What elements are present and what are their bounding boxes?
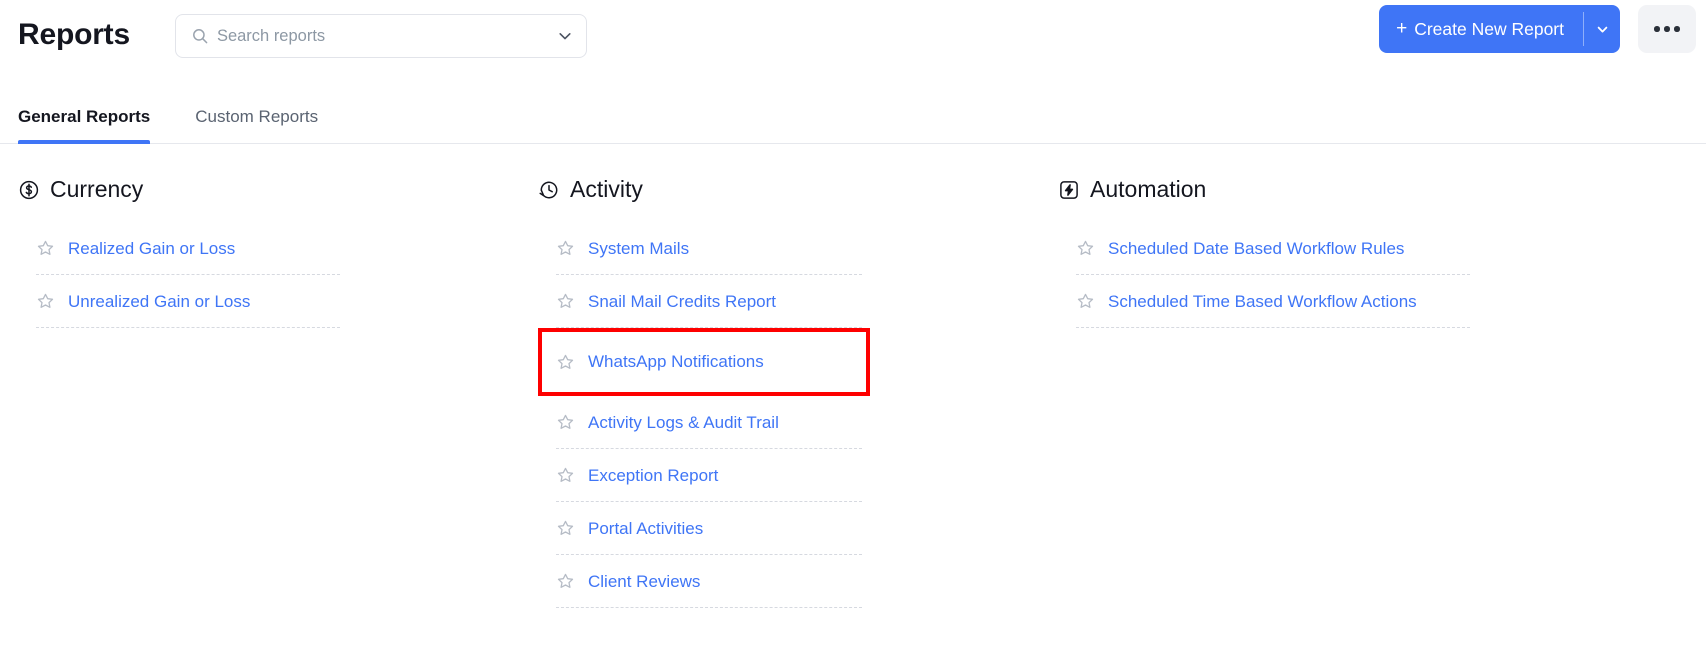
- report-link[interactable]: Portal Activities: [588, 519, 703, 539]
- report-link[interactable]: System Mails: [588, 239, 689, 259]
- clock-history-icon: [538, 179, 560, 201]
- report-column-activity: Activity System Mails Snail Mail Credits…: [520, 178, 1040, 655]
- column-title-activity: Activity: [570, 176, 643, 202]
- list-item-whatsapp-notifications[interactable]: WhatsApp Notifications: [538, 328, 1040, 396]
- ellipsis-icon: [1654, 26, 1660, 32]
- report-list-activity: System Mails Snail Mail Credits Report W…: [538, 222, 1040, 608]
- star-icon[interactable]: [556, 413, 575, 432]
- report-list-currency: Realized Gain or Loss Unrealized Gain or…: [18, 222, 520, 328]
- column-title-currency: Currency: [50, 176, 144, 202]
- chevron-down-icon[interactable]: [556, 27, 574, 45]
- star-icon[interactable]: [556, 292, 575, 311]
- star-icon[interactable]: [36, 239, 55, 258]
- tab-bar: General Reports Custom Reports: [0, 72, 1706, 144]
- column-header-automation: Automation: [1058, 178, 1680, 201]
- create-new-report-group: + Create New Report: [1379, 5, 1620, 53]
- report-column-currency: Currency Realized Gain or Loss Unrealize…: [0, 178, 520, 655]
- column-header-activity: Activity: [538, 178, 1040, 201]
- report-link[interactable]: Client Reviews: [588, 572, 700, 592]
- star-icon[interactable]: [556, 239, 575, 258]
- list-item[interactable]: Unrealized Gain or Loss: [18, 275, 520, 328]
- search-icon: [192, 28, 208, 44]
- list-item[interactable]: Activity Logs & Audit Trail: [538, 396, 1040, 449]
- star-icon[interactable]: [1076, 292, 1095, 311]
- report-link[interactable]: Scheduled Time Based Workflow Actions: [1108, 292, 1417, 312]
- create-new-report-label: Create New Report: [1414, 18, 1564, 39]
- page-header: Reports + Create New Report: [0, 0, 1706, 72]
- report-column-automation: Automation Scheduled Date Based Workflow…: [1040, 178, 1680, 655]
- dollar-circle-icon: [18, 179, 40, 201]
- lightning-square-icon: [1058, 179, 1080, 201]
- create-new-report-button[interactable]: + Create New Report: [1379, 5, 1583, 53]
- reports-content: Currency Realized Gain or Loss Unrealize…: [0, 144, 1706, 655]
- list-item[interactable]: Portal Activities: [538, 502, 1040, 555]
- search-box[interactable]: [174, 14, 587, 58]
- ellipsis-icon: [1674, 26, 1680, 32]
- list-item[interactable]: Realized Gain or Loss: [18, 222, 520, 275]
- list-item[interactable]: Exception Report: [538, 449, 1040, 502]
- search-input[interactable]: [207, 26, 556, 46]
- list-item[interactable]: Snail Mail Credits Report: [538, 275, 1040, 328]
- tab-general-reports[interactable]: General Reports: [18, 107, 151, 144]
- report-link[interactable]: Snail Mail Credits Report: [588, 292, 776, 312]
- ellipsis-icon: [1664, 26, 1670, 32]
- star-icon[interactable]: [1076, 239, 1095, 258]
- star-icon[interactable]: [556, 353, 575, 372]
- tab-custom-reports[interactable]: Custom Reports: [195, 107, 318, 143]
- list-item[interactable]: Scheduled Date Based Workflow Rules: [1058, 222, 1680, 275]
- list-item[interactable]: Scheduled Time Based Workflow Actions: [1058, 275, 1680, 328]
- page-title: Reports: [18, 18, 130, 51]
- list-item[interactable]: Client Reviews: [538, 555, 1040, 608]
- report-link[interactable]: Activity Logs & Audit Trail: [588, 413, 779, 433]
- star-icon[interactable]: [556, 466, 575, 485]
- list-item[interactable]: System Mails: [538, 222, 1040, 275]
- column-header-currency: Currency: [18, 178, 520, 201]
- star-icon[interactable]: [556, 519, 575, 538]
- report-list-automation: Scheduled Date Based Workflow Rules Sche…: [1058, 222, 1680, 328]
- report-link[interactable]: Scheduled Date Based Workflow Rules: [1108, 239, 1404, 259]
- plus-icon: +: [1396, 18, 1408, 39]
- star-icon[interactable]: [36, 292, 55, 311]
- column-title-automation: Automation: [1090, 176, 1207, 202]
- report-link[interactable]: Unrealized Gain or Loss: [68, 292, 250, 312]
- report-link[interactable]: Exception Report: [588, 466, 718, 486]
- header-actions: + Create New Report: [1379, 5, 1696, 53]
- report-link[interactable]: Realized Gain or Loss: [68, 239, 235, 259]
- create-report-dropdown-button[interactable]: [1584, 5, 1620, 53]
- more-options-button[interactable]: [1638, 5, 1696, 53]
- report-link[interactable]: WhatsApp Notifications: [588, 352, 764, 372]
- star-icon[interactable]: [556, 572, 575, 591]
